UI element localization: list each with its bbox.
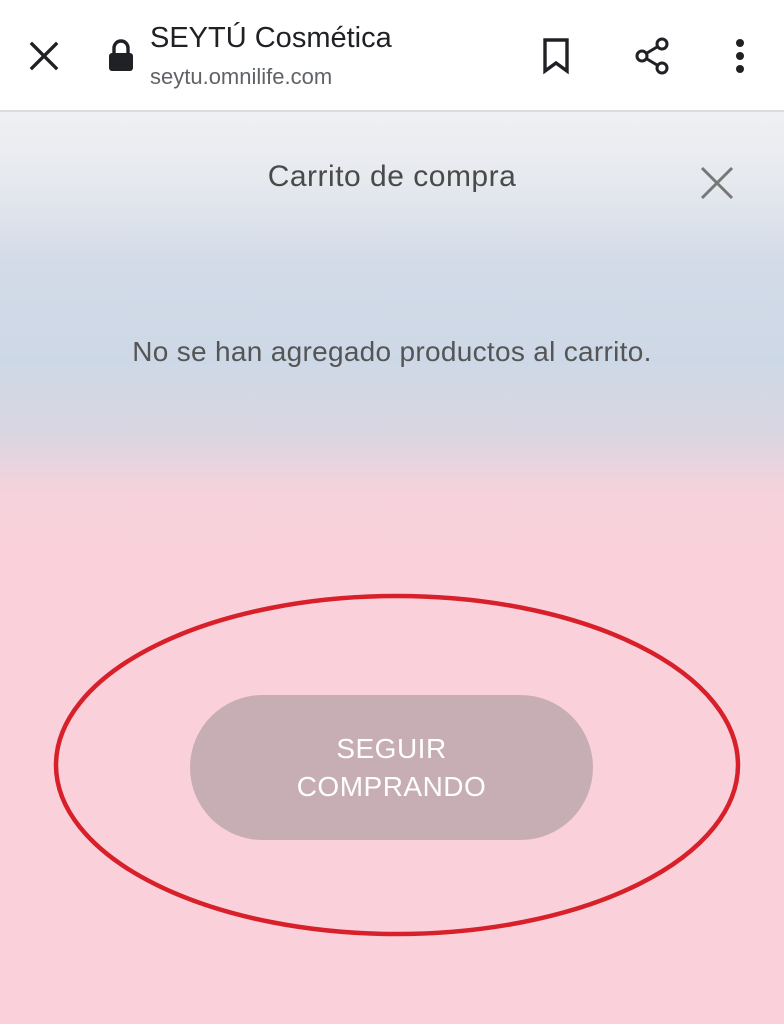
browser-toolbar: SEYTÚ Cosmética seytu.omnilife.com <box>0 0 784 112</box>
close-icon <box>29 41 59 71</box>
close-tab-button[interactable] <box>14 26 74 86</box>
more-options-button[interactable] <box>710 26 770 86</box>
bookmark-icon <box>543 38 569 75</box>
continue-shopping-button[interactable]: SEGUIR COMPRANDO <box>190 695 593 840</box>
bookmark-button[interactable] <box>526 26 586 86</box>
site-url[interactable]: seytu.omnilife.com <box>150 64 332 90</box>
close-icon <box>700 166 734 200</box>
page: SEYTÚ Cosmética seytu.omnilife.com Carri… <box>0 0 784 1024</box>
share-icon <box>635 37 669 75</box>
cart-close-button[interactable] <box>694 160 740 206</box>
continue-shopping-label: SEGUIR COMPRANDO <box>296 732 487 802</box>
site-title: SEYTÚ Cosmética <box>150 22 392 54</box>
cart-title: Carrito de compra <box>267 160 517 193</box>
lock-icon <box>109 39 133 71</box>
cart-panel: Carrito de compra No se han agregado pro… <box>0 112 784 1024</box>
share-button[interactable] <box>622 26 682 86</box>
empty-cart-message: No se han agregado productos al carrito. <box>132 336 652 367</box>
more-vert-icon <box>736 39 744 73</box>
